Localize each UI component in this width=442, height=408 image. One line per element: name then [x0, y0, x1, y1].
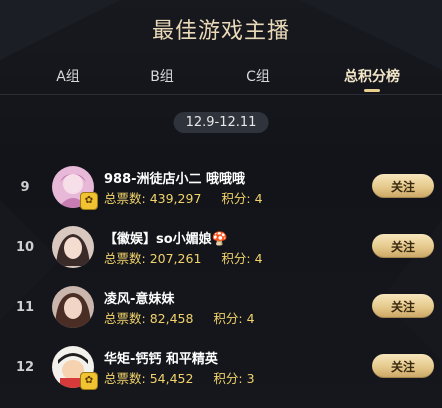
ranking-row: 9 ✿ 988-洲徒店小二 哦哦哦 总票数: 439,297 积分: 4 关注 [0, 160, 442, 220]
tab-bar: A组 B组 C组 总积分榜 [0, 58, 442, 95]
rank-number: 9 [20, 180, 30, 195]
stats-line: 总票数: 439,297 积分: 4 [104, 188, 263, 207]
tab-group-b[interactable]: B组 [142, 58, 182, 94]
rank-number: 11 [15, 300, 35, 315]
points-label: 积分: [221, 251, 251, 266]
follow-button[interactable]: 关注 [372, 174, 434, 198]
stats-line: 总票数: 82,458 积分: 4 [104, 308, 255, 327]
rank-number: 12 [15, 360, 35, 375]
active-tab-indicator [364, 89, 380, 92]
avatar[interactable]: ✿ [52, 346, 98, 390]
follow-button[interactable]: 关注 [372, 354, 434, 378]
streamer-name: 华矩-钙钙 和平精英 [104, 352, 218, 367]
votes-value: 439,297 [149, 191, 202, 206]
ranking-row: 10 【徽娱】so小媚娘🍄 总票数: 207,261 积分: 4 关注 [0, 220, 442, 280]
points-value: 4 [254, 191, 263, 206]
points-value: 4 [246, 311, 255, 326]
votes-value: 82,458 [149, 311, 194, 326]
points-value: 4 [254, 251, 263, 266]
points-label: 积分: [213, 371, 243, 386]
tab-label: 总积分榜 [344, 69, 400, 85]
avatar[interactable] [52, 286, 94, 328]
votes-value: 207,261 [149, 251, 202, 266]
votes-label: 总票数: [104, 251, 146, 266]
follow-button[interactable]: 关注 [372, 234, 434, 258]
tab-group-a[interactable]: A组 [48, 58, 88, 94]
streamer-name: 【徽娱】so小媚娘🍄 [104, 232, 228, 247]
votes-label: 总票数: [104, 371, 146, 386]
ranking-row: 12 ✿ 华矩-钙钙 和平精英 总票数: 54,452 积分: 3 关注 [0, 340, 442, 400]
tab-label: A组 [56, 69, 80, 85]
tab-label: B组 [150, 69, 174, 85]
tab-group-c[interactable]: C组 [238, 58, 278, 94]
points-label: 积分: [213, 311, 243, 326]
votes-label: 总票数: [104, 191, 146, 206]
verified-badge-icon: ✿ [80, 372, 98, 390]
header: 最佳游戏主播 [0, 0, 442, 58]
tab-total-points[interactable]: 总积分榜 [336, 58, 408, 94]
avatar[interactable] [52, 226, 94, 268]
page-title: 最佳游戏主播 [151, 19, 290, 44]
tab-label: C组 [246, 69, 270, 85]
date-range-pill: 12.9-12.11 [173, 112, 269, 133]
avatar[interactable]: ✿ [52, 166, 98, 210]
ranking-list: 9 ✿ 988-洲徒店小二 哦哦哦 总票数: 439,297 积分: 4 关注 [0, 160, 442, 400]
rank-number: 10 [15, 240, 35, 255]
app-root: 最佳游戏主播 A组 B组 C组 总积分榜 12.9-12.11 9 ✿ 988-… [0, 0, 442, 408]
points-value: 3 [246, 371, 255, 386]
streamer-name: 988-洲徒店小二 哦哦哦 [104, 172, 246, 187]
follow-button[interactable]: 关注 [372, 294, 434, 318]
verified-badge-icon: ✿ [80, 192, 98, 210]
votes-value: 54,452 [149, 371, 194, 386]
ranking-row: 11 凌风-意妹妹 总票数: 82,458 积分: 4 关注 [0, 280, 442, 340]
stats-line: 总票数: 207,261 积分: 4 [104, 248, 263, 267]
votes-label: 总票数: [104, 311, 146, 326]
streamer-name: 凌风-意妹妹 [104, 292, 175, 307]
points-label: 积分: [221, 191, 251, 206]
stats-line: 总票数: 54,452 积分: 3 [104, 368, 255, 387]
